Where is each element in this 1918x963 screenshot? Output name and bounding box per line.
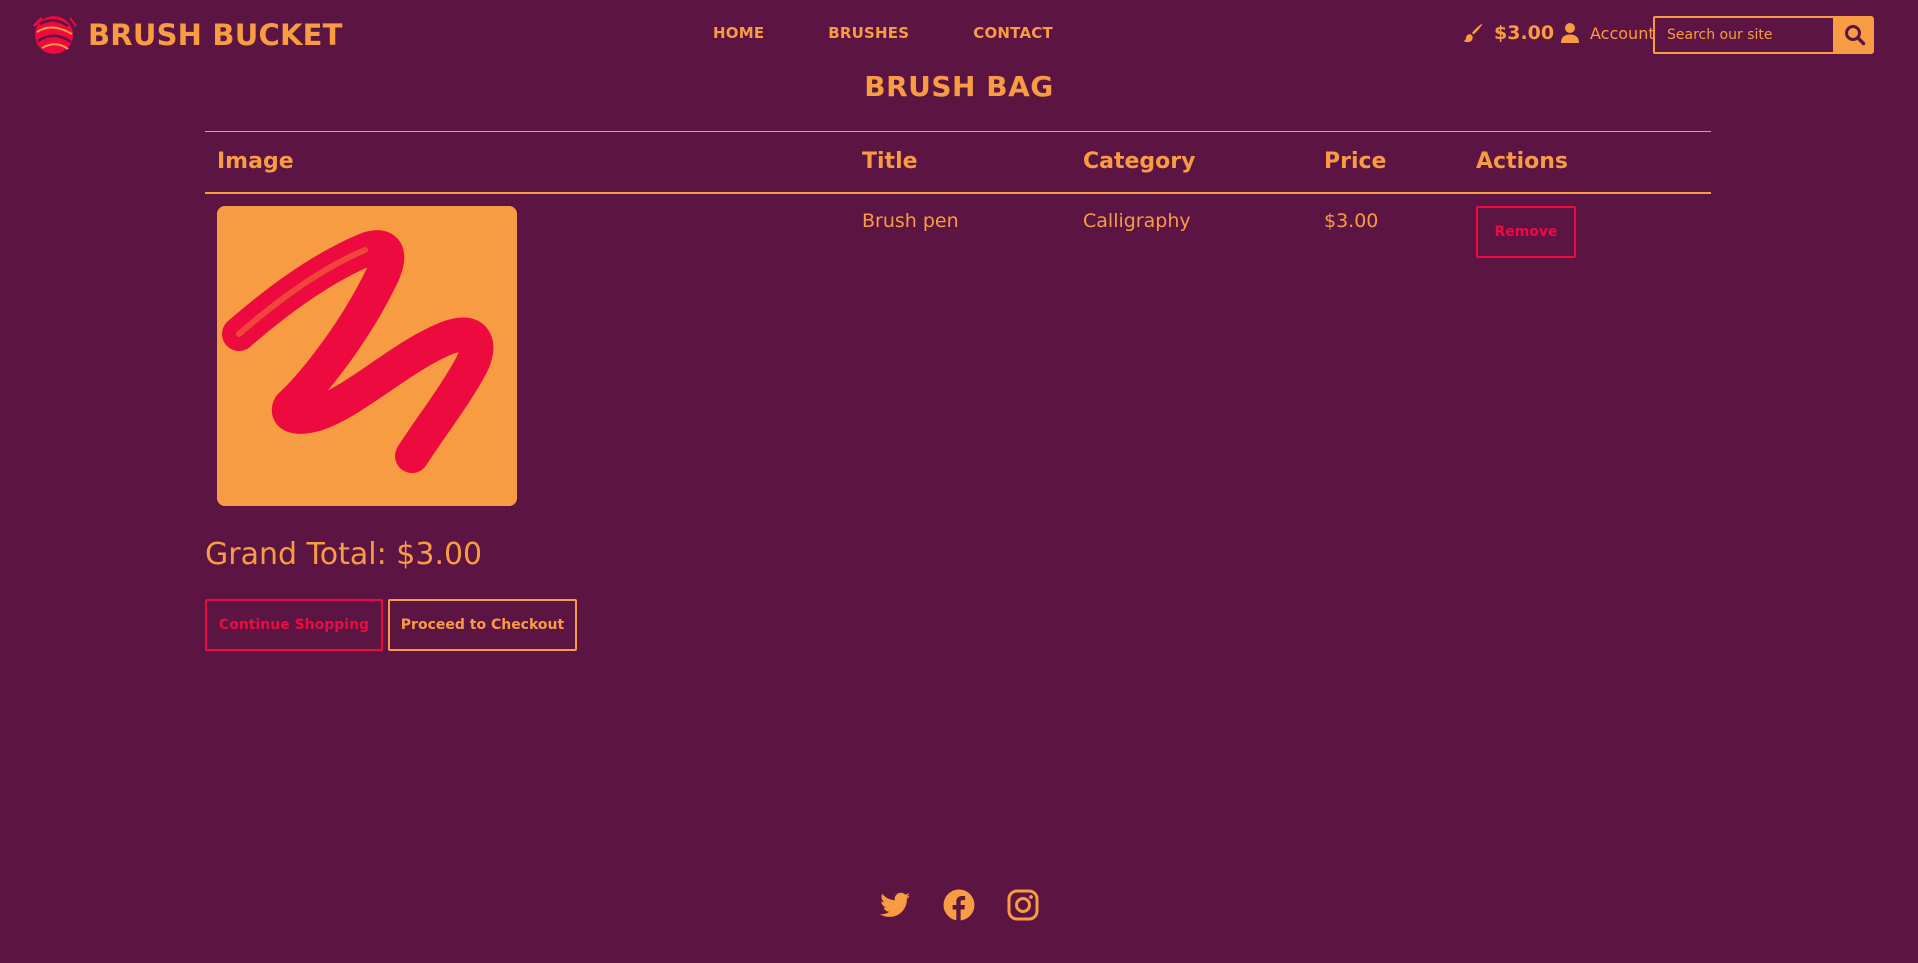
instagram-link[interactable] (1006, 888, 1040, 922)
page-title: BRUSH BAG (864, 70, 1054, 103)
instagram-icon (1007, 889, 1039, 921)
account-link[interactable]: Account (1560, 22, 1655, 44)
main-nav: HOME BRUSHES CONTACT (713, 24, 1053, 42)
logo-text: BRUSH BUCKET (88, 18, 343, 52)
header-price: Price (1324, 149, 1387, 175)
cell-actions: Remove (1464, 193, 1711, 518)
header-actions: Actions (1476, 149, 1568, 175)
magnifier-icon (1844, 25, 1865, 46)
brush-stroke-image (217, 205, 517, 506)
header-title: Title (862, 149, 918, 175)
search-input[interactable] (1653, 16, 1835, 54)
bag-actions: Continue Shopping Proceed to Checkout (205, 599, 577, 651)
cell-image (205, 193, 850, 518)
paintbrush-icon (1463, 23, 1483, 43)
continue-shopping-button[interactable]: Continue Shopping (205, 599, 383, 651)
nav-contact[interactable]: CONTACT (973, 24, 1053, 42)
header-image: Image (217, 149, 294, 175)
remove-button[interactable]: Remove (1476, 205, 1576, 258)
cart-link[interactable]: $3.00 (1462, 22, 1554, 44)
checkout-button[interactable]: Proceed to Checkout (388, 599, 577, 651)
logo-link[interactable]: BRUSH BUCKET (30, 12, 343, 58)
bag-table: Image Title Category Price Actions Brush… (205, 131, 1711, 518)
logo-brush-ball-icon (32, 16, 77, 54)
search-form (1653, 16, 1874, 54)
facebook-link[interactable] (942, 888, 976, 922)
header-category: Category (1083, 149, 1196, 175)
search-button[interactable] (1835, 16, 1874, 54)
cell-price: $3.00 (1324, 209, 1379, 232)
cart-total: $3.00 (1494, 22, 1555, 44)
twitter-link[interactable] (878, 888, 912, 922)
site-footer (0, 888, 1918, 922)
nav-brushes[interactable]: BRUSHES (828, 24, 909, 42)
grand-total: Grand Total: $3.00 (205, 537, 483, 572)
user-icon (1561, 23, 1579, 43)
facebook-icon (943, 889, 975, 921)
cell-category: Calligraphy (1083, 209, 1191, 232)
table-row: Brush pen Calligraphy $3.00 Remove (205, 193, 1711, 518)
account-label: Account (1590, 23, 1655, 43)
nav-home[interactable]: HOME (713, 24, 764, 42)
cell-title: Brush pen (862, 209, 959, 232)
twitter-icon (880, 892, 910, 917)
site-header: BRUSH BUCKET HOME BRUSHES CONTACT $3.00 … (0, 0, 1918, 68)
table-header-row: Image Title Category Price Actions (205, 131, 1711, 193)
